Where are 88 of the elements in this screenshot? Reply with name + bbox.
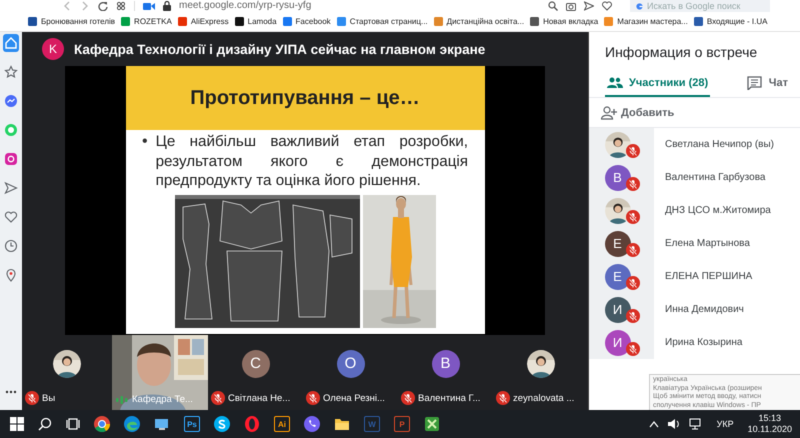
bookmark-link[interactable]: Дистанційна освіта... xyxy=(434,17,524,26)
bookmark-favicon-icon xyxy=(234,17,244,26)
avatar: В xyxy=(604,164,630,190)
bullet-mark: • xyxy=(142,132,148,152)
participant-name: Валентина Гарбузова xyxy=(664,172,766,183)
participant-name: Ирина Козырина xyxy=(664,337,742,348)
speaker-icon[interactable] xyxy=(666,418,681,430)
people-icon xyxy=(607,76,623,90)
computer-app-icon[interactable] xyxy=(154,416,170,432)
clock-time[interactable]: 15:13 xyxy=(758,413,782,424)
app-icon[interactable]: P xyxy=(394,416,410,432)
app-icon[interactable]: Ai xyxy=(274,416,290,432)
bookmark-favicon-icon xyxy=(28,17,37,26)
grid-icon[interactable] xyxy=(116,1,126,11)
pin-icon xyxy=(4,268,18,282)
bookmark-link[interactable]: AliExpress xyxy=(178,17,229,26)
participant-name: Кафедра Те... xyxy=(132,394,193,405)
bookmark-favicon-icon xyxy=(604,17,614,26)
camera-icon[interactable] xyxy=(566,1,576,11)
bookmark-favicon-icon xyxy=(178,17,187,26)
participant-name: ДНЗ ЦСО м.Житомира xyxy=(664,205,771,216)
sidebar-send-button[interactable] xyxy=(3,179,19,197)
bookmark-link[interactable]: Входящие - I.UA xyxy=(694,17,768,26)
clock-icon xyxy=(4,239,18,253)
search-engine-icon xyxy=(636,2,643,10)
app-icon[interactable]: Ps xyxy=(184,416,200,432)
participant-name: Вы xyxy=(42,392,56,404)
bookmark-favicon-icon xyxy=(694,17,703,26)
bookmark-link[interactable]: Бронювання готелів xyxy=(28,17,116,26)
sidebar-home-button[interactable] xyxy=(3,34,19,52)
bookmark-link[interactable]: Lamoda xyxy=(234,17,277,26)
participant-name: Олена Резні... xyxy=(323,392,385,404)
bookmark-link[interactable]: Магазин мастера... xyxy=(604,17,688,26)
send-icon[interactable] xyxy=(584,1,594,11)
avatar: Е xyxy=(604,264,630,290)
tab[interactable]: Чат xyxy=(744,70,790,97)
bookmark-favicon-icon xyxy=(336,17,346,26)
zoom-icon[interactable] xyxy=(548,1,558,11)
chevron-up-icon[interactable] xyxy=(648,420,659,428)
avatar: K xyxy=(42,38,64,60)
bookmark-favicon-icon xyxy=(530,17,540,26)
more-icon[interactable] xyxy=(5,390,17,394)
avatar: Е xyxy=(604,230,630,256)
bookmark-favicon-icon xyxy=(282,17,292,26)
reload-icon[interactable] xyxy=(98,1,108,11)
avatar: С xyxy=(242,350,270,378)
participant-name: ЕЛЕНА ПЕРШИНА xyxy=(664,271,752,282)
bookmark-favicon-icon xyxy=(121,17,130,26)
star-icon xyxy=(4,65,18,79)
home-icon xyxy=(4,36,18,50)
heart-icon[interactable] xyxy=(602,1,612,11)
clock-date[interactable]: 10.11.2020 xyxy=(748,424,792,435)
folder-app-icon[interactable] xyxy=(334,416,350,432)
bookmark-link[interactable]: Стартовая страниц... xyxy=(336,17,428,26)
avatar: В xyxy=(432,350,460,378)
heart-icon xyxy=(4,210,18,224)
windows-start-icon[interactable] xyxy=(10,417,24,431)
search-field[interactable]: Искать в Google поиск xyxy=(630,0,770,12)
slide-text: Це найбільш важливий етап розробки, результатом якого є демонстрація предпродукту та оцінка його рішення. xyxy=(156,132,468,190)
participant-name: Елена Мартынова xyxy=(664,238,750,249)
send-icon xyxy=(4,181,18,195)
participant-name: zeynalovata ... xyxy=(513,392,574,404)
url-text[interactable]: meet.google.com/yrp-rysu-yfg xyxy=(179,0,312,12)
participant-name: Валентина Г... xyxy=(418,392,480,404)
bookmark-link[interactable]: Новая вкладка xyxy=(530,17,598,26)
avatar: И xyxy=(604,296,630,322)
participant-name: Инна Демидович xyxy=(664,304,744,315)
bookmark-link[interactable]: ROZETKA xyxy=(121,17,172,26)
avatar: О xyxy=(336,350,364,378)
panel-title: Информация о встрече xyxy=(604,43,758,62)
presenter-title: Кафедра Технології і дизайну УІПА сейчас на главном экране xyxy=(74,42,486,56)
participant-name: Светлана Нечипор (вы) xyxy=(664,139,774,150)
chat-icon xyxy=(746,76,763,90)
network-icon[interactable] xyxy=(688,418,703,430)
avatar: И xyxy=(604,330,630,356)
bookmark-favicon-icon xyxy=(434,17,443,26)
sidebar-star-button[interactable] xyxy=(3,63,19,81)
sidebar-clock-button[interactable] xyxy=(3,237,19,255)
add-person-icon xyxy=(601,106,617,120)
lock-icon xyxy=(163,1,171,11)
bookmark-link[interactable]: Facebook xyxy=(282,17,331,26)
language-indicator[interactable]: УКР xyxy=(716,419,734,429)
task-view-icon[interactable] xyxy=(66,417,80,431)
search-icon[interactable] xyxy=(38,417,52,431)
tab[interactable]: Участники (28) xyxy=(605,70,710,97)
participant-name: Світлана Не... xyxy=(228,392,290,404)
camera-icon xyxy=(143,1,155,11)
slide-title: Прототипування – це… xyxy=(190,86,420,110)
